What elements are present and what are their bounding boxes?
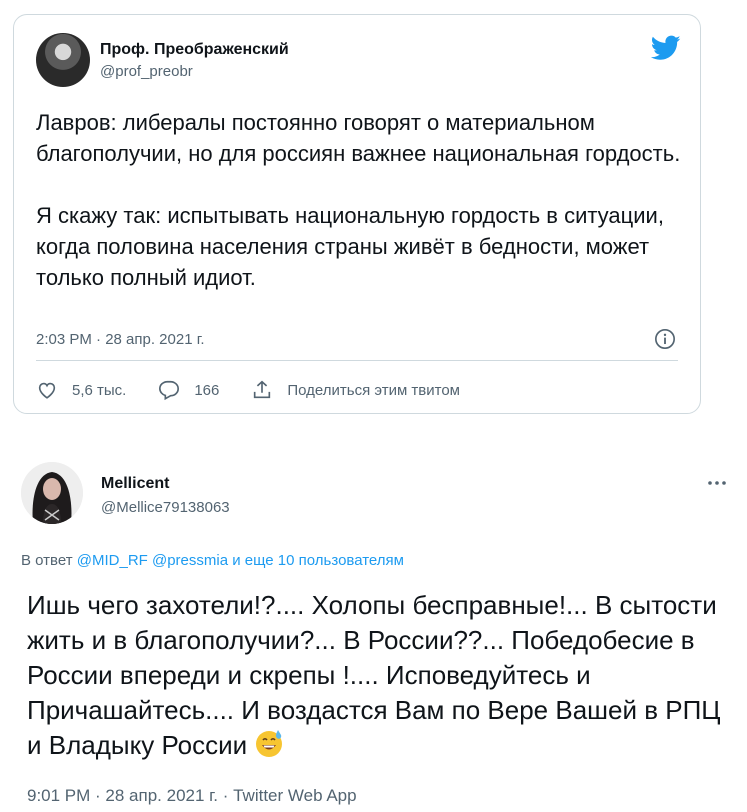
replying-others-link[interactable]: и еще 10 пользователям	[232, 552, 404, 569]
reply-tweet-text: Ишь чего захотели!?.... Холопы бесправны…	[27, 588, 727, 763]
replying-to: В ответ @MID_RF @pressmia и еще 10 польз…	[21, 552, 404, 569]
twitter-bird-icon[interactable]	[651, 35, 681, 61]
author-handle[interactable]: @prof_preobr	[100, 63, 193, 80]
divider	[36, 360, 678, 361]
tweet-paragraph: Я скажу так: испытывать национальную гор…	[36, 203, 664, 290]
more-dots-icon[interactable]	[706, 478, 728, 488]
author-avatar[interactable]	[36, 33, 90, 87]
reply-author-name[interactable]: Mellicent	[101, 475, 169, 493]
reply-author-handle[interactable]: @Mellice79138063	[101, 499, 230, 516]
reply-timestamp[interactable]: 9:01 PM · 28 апр. 2021 г. · Twitter Web …	[27, 786, 357, 806]
like-count: 5,6 тыс.	[72, 381, 127, 399]
replying-mentions[interactable]: @MID_RF @pressmia	[77, 552, 228, 569]
embedded-tweet-card[interactable]: Проф. Преображенский @prof_preobr Лавров…	[13, 14, 701, 414]
like-button[interactable]: 5,6 тыс.	[36, 379, 126, 401]
info-icon[interactable]	[654, 328, 676, 350]
tweet-actions: 5,6 тыс. 166 Поделиться этим твитом	[36, 375, 492, 405]
tweet-text: Лавров: либералы постоянно говорят о мат…	[36, 107, 686, 293]
author-name[interactable]: Проф. Преображенский	[100, 41, 289, 59]
replying-prefix: В ответ	[21, 552, 73, 569]
heart-icon	[38, 382, 56, 399]
share-label: Поделиться этим твитом	[287, 381, 460, 399]
tweet-timestamp[interactable]: 2:03 PM · 28 апр. 2021 г.	[36, 331, 205, 348]
share-button[interactable]: Поделиться этим твитом	[251, 379, 460, 401]
reply-body: Ишь чего захотели!?.... Холопы бесправны…	[27, 590, 721, 760]
reply-bubble-icon	[159, 380, 180, 401]
reply-button[interactable]: 166	[158, 379, 219, 401]
share-icon	[254, 380, 271, 399]
tweet-paragraph: Лавров: либералы постоянно говорят о мат…	[36, 110, 681, 166]
grinning-sweat-emoji	[256, 730, 283, 757]
reply-count: 166	[194, 381, 220, 399]
avatar-photo	[21, 462, 83, 524]
reply-author-avatar[interactable]	[21, 462, 83, 524]
